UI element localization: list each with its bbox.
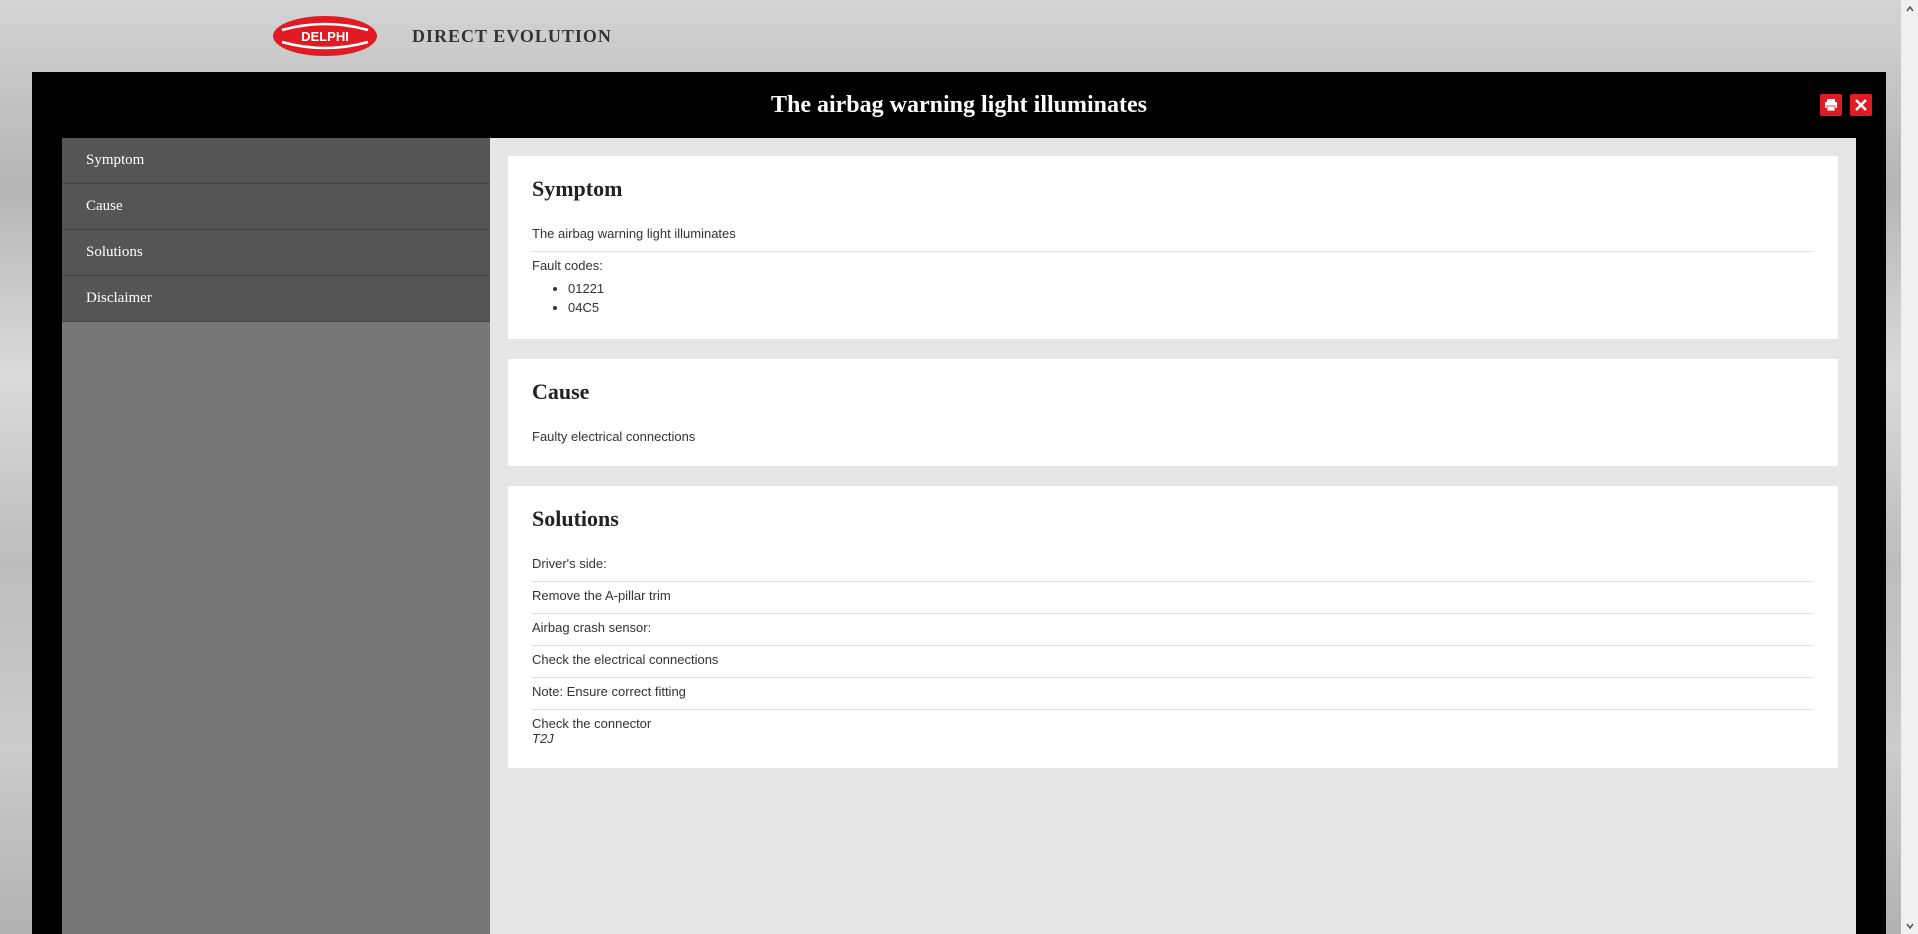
titlebar: The airbag warning light illuminates	[32, 72, 1886, 138]
main-content[interactable]: Symptom The airbag warning light illumin…	[490, 138, 1856, 934]
sidebar-item-label: Solutions	[86, 244, 143, 260]
fault-code-item: 04C5	[568, 298, 1814, 317]
sidebar-fill	[62, 322, 490, 934]
solution-line: Remove the A-pillar trim	[532, 582, 1814, 614]
solution-line: Check the electrical connections	[532, 646, 1814, 678]
fault-codes-list: 01221 04C5	[532, 279, 1814, 327]
solution-line: Airbag crash sensor:	[532, 614, 1814, 646]
solution-text: Check the connector	[532, 716, 651, 731]
close-icon	[1854, 98, 1868, 112]
fault-code-item: 01221	[568, 279, 1814, 298]
sidebar-item-solutions[interactable]: Solutions	[62, 230, 490, 276]
brand-logo-text: DELPHI	[301, 29, 349, 44]
section-cause: Cause Faulty electrical connections	[508, 359, 1838, 466]
solution-line: Check the connector T2J	[532, 710, 1814, 756]
scroll-up-arrow[interactable]	[1901, 0, 1918, 17]
title-actions	[1820, 94, 1872, 116]
section-heading: Symptom	[532, 176, 1814, 202]
scroll-down-arrow[interactable]	[1901, 917, 1918, 934]
page-scrollbar[interactable]	[1901, 0, 1918, 934]
fault-codes-label: Fault codes:	[532, 258, 1814, 279]
fault-codes-block: Fault codes: 01221 04C5	[532, 252, 1814, 327]
symptom-description: The airbag warning light illuminates	[532, 220, 1814, 252]
solution-sub: T2J	[532, 731, 554, 746]
sidebar-item-label: Symptom	[86, 152, 144, 168]
cause-text: Faulty electrical connections	[532, 423, 1814, 454]
section-heading: Solutions	[532, 506, 1814, 532]
chevron-down-icon	[1906, 922, 1914, 930]
brand-logo: DELPHI	[270, 12, 380, 60]
main-container: The airbag warning light illuminates Sym…	[32, 72, 1886, 934]
sidebar-item-disclaimer[interactable]: Disclaimer	[62, 276, 490, 322]
sidebar: Symptom Cause Solutions Disclaimer	[62, 138, 490, 934]
print-icon	[1824, 98, 1838, 112]
sidebar-item-cause[interactable]: Cause	[62, 184, 490, 230]
sidebar-item-symptom[interactable]: Symptom	[62, 138, 490, 184]
solution-line: Note: Ensure correct fitting	[532, 678, 1814, 710]
close-button[interactable]	[1850, 94, 1872, 116]
sidebar-item-label: Cause	[86, 198, 123, 214]
section-symptom: Symptom The airbag warning light illumin…	[508, 156, 1838, 339]
print-button[interactable]	[1820, 94, 1842, 116]
app-header: DELPHI DIRECT EVOLUTION	[0, 0, 1918, 72]
chevron-up-icon	[1906, 5, 1914, 13]
brand-tagline: DIRECT EVOLUTION	[412, 26, 612, 47]
solution-line: Driver's side:	[532, 550, 1814, 582]
body-row: Symptom Cause Solutions Disclaimer Sympt…	[32, 138, 1886, 934]
section-heading: Cause	[532, 379, 1814, 405]
sidebar-item-label: Disclaimer	[86, 290, 152, 306]
page-title: The airbag warning light illuminates	[771, 92, 1147, 119]
section-solutions: Solutions Driver's side: Remove the A-pi…	[508, 486, 1838, 768]
